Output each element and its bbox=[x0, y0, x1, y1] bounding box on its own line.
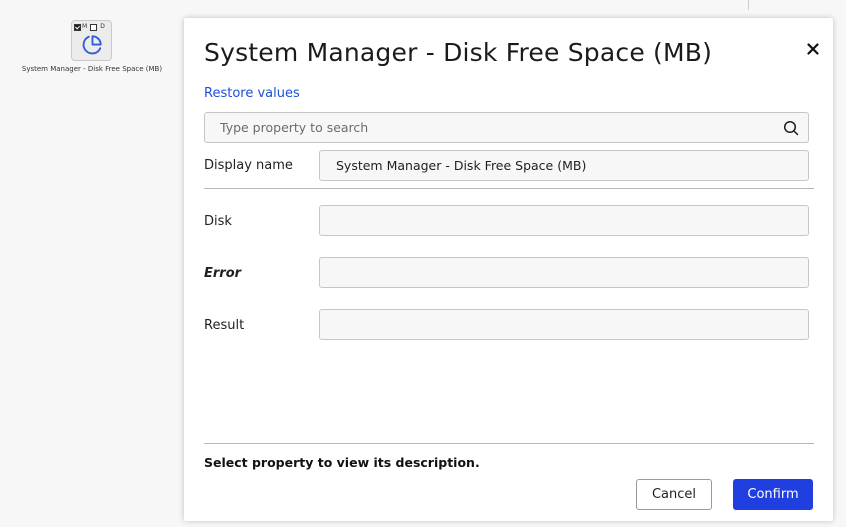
node-label: System Manager - Disk Free Space (MB) bbox=[21, 65, 163, 73]
dialog-title: System Manager - Disk Free Space (MB) bbox=[204, 38, 713, 67]
property-label-error: Error bbox=[204, 266, 242, 281]
display-name-field[interactable]: System Manager - Disk Free Space (MB) bbox=[319, 150, 809, 181]
section-divider bbox=[204, 188, 814, 189]
confirm-button[interactable]: Confirm bbox=[733, 479, 813, 510]
property-field-error[interactable] bbox=[319, 257, 809, 288]
close-icon bbox=[807, 43, 819, 55]
properties-dialog: System Manager - Disk Free Space (MB) Re… bbox=[184, 18, 833, 521]
display-name-label: Display name bbox=[204, 158, 293, 173]
property-label-disk: Disk bbox=[204, 214, 232, 229]
pie-chart-icon bbox=[82, 35, 102, 55]
search-input[interactable] bbox=[205, 113, 780, 142]
close-button[interactable] bbox=[804, 40, 822, 58]
description-divider bbox=[204, 443, 814, 444]
canvas-divider-line bbox=[748, 0, 749, 10]
flag-d-checkbox[interactable] bbox=[90, 23, 98, 31]
flag-m-label: M bbox=[82, 23, 88, 30]
restore-values-link[interactable]: Restore values bbox=[204, 86, 300, 101]
cancel-button[interactable]: Cancel bbox=[636, 479, 712, 510]
node-flags: M D bbox=[74, 22, 105, 32]
property-search[interactable] bbox=[204, 112, 809, 143]
property-label-result: Result bbox=[204, 318, 245, 333]
search-icon[interactable] bbox=[783, 120, 799, 136]
property-field-disk[interactable] bbox=[319, 205, 809, 236]
property-description: Select property to view its description. bbox=[204, 455, 480, 470]
flag-m-checkbox[interactable] bbox=[74, 23, 81, 31]
flag-d-label: D bbox=[100, 23, 105, 30]
property-field-result[interactable] bbox=[319, 309, 809, 340]
